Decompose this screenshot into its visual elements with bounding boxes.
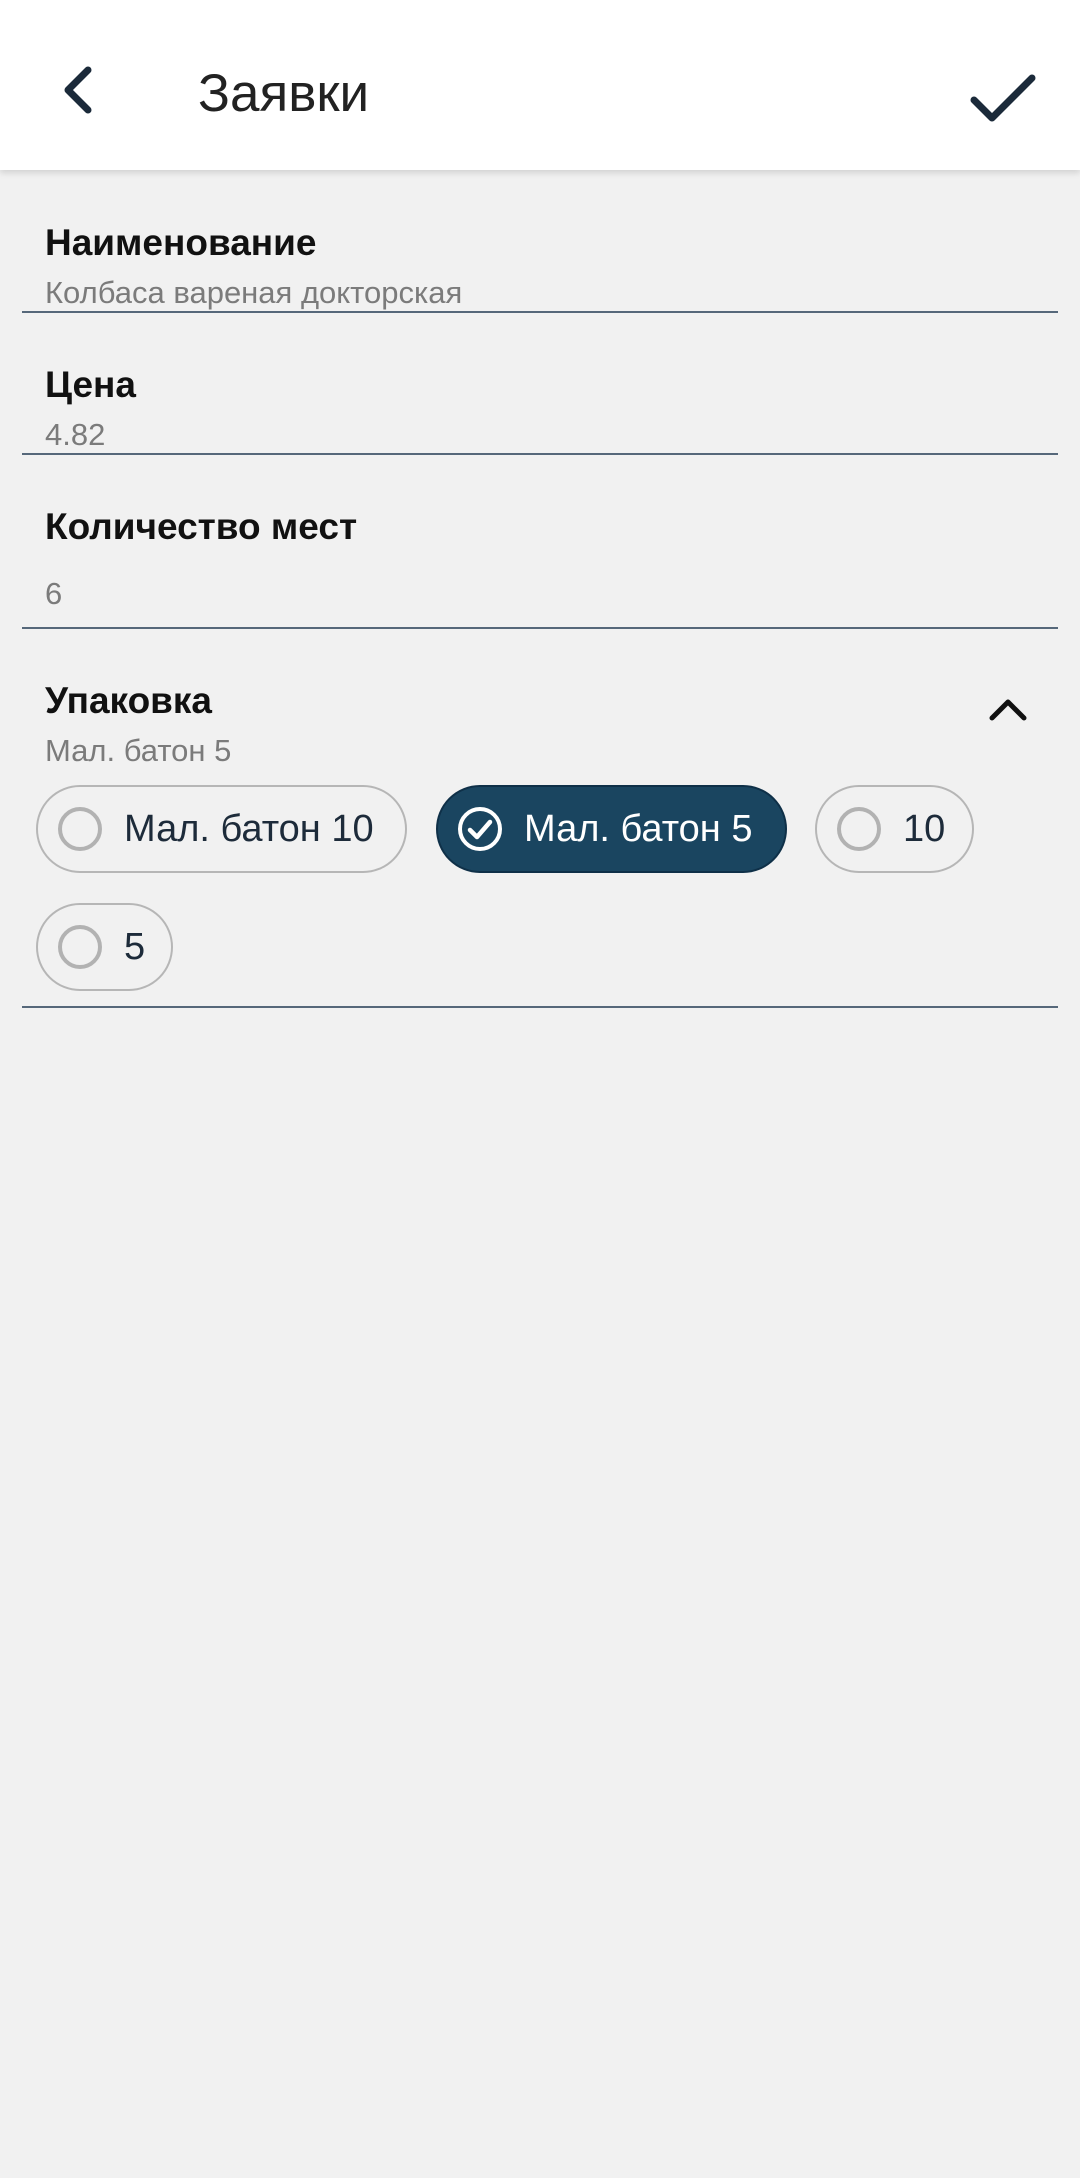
- radio-unchecked-icon: [835, 805, 883, 853]
- price-value: 4.82: [45, 417, 106, 452]
- name-value: Колбаса вареная докторская: [45, 275, 463, 310]
- price-field[interactable]: Цена 4.82: [22, 313, 1058, 455]
- app-bar: Заявки: [0, 0, 1080, 170]
- packaging-field: Упаковка Мал. батон 5 Мал. батон 10 Мал.…: [22, 629, 1058, 1008]
- radio-unchecked-icon: [56, 805, 104, 853]
- quantity-label: Количество мест: [45, 506, 358, 547]
- chevron-up-icon: [989, 699, 1027, 721]
- name-label: Наименование: [45, 222, 317, 263]
- packaging-option-label: Мал. батон 10: [124, 807, 374, 850]
- packaging-option-label: 5: [124, 925, 146, 968]
- radio-unchecked-icon: [56, 923, 104, 971]
- packaging-option-chip-selected[interactable]: Мал. батон 5: [436, 785, 787, 873]
- chevron-left-icon: [64, 66, 92, 114]
- form-content: Наименование Колбаса вареная докторская …: [0, 170, 1080, 1008]
- packaging-option-label: 10: [903, 807, 946, 850]
- quantity-value: 6: [45, 576, 63, 611]
- name-field[interactable]: Наименование Колбаса вареная докторская: [22, 170, 1058, 313]
- packaging-label: Упаковка: [45, 680, 213, 721]
- collapse-button[interactable]: [978, 679, 1038, 739]
- packaging-option-chip[interactable]: 10: [815, 785, 974, 873]
- packaging-option-label: Мал. батон 5: [524, 807, 753, 850]
- packaging-option-chip[interactable]: Мал. батон 10: [36, 785, 407, 873]
- page-title: Заявки: [198, 64, 370, 123]
- radio-checked-icon: [456, 805, 504, 853]
- back-button[interactable]: [38, 50, 118, 130]
- quantity-field[interactable]: Количество мест 6: [22, 455, 1058, 629]
- packaging-option-chip[interactable]: 5: [36, 903, 173, 991]
- checkmark-icon: [970, 74, 1036, 122]
- packaging-value: Мал. батон 5: [45, 733, 232, 768]
- price-label: Цена: [45, 364, 136, 405]
- confirm-button[interactable]: [955, 50, 1051, 146]
